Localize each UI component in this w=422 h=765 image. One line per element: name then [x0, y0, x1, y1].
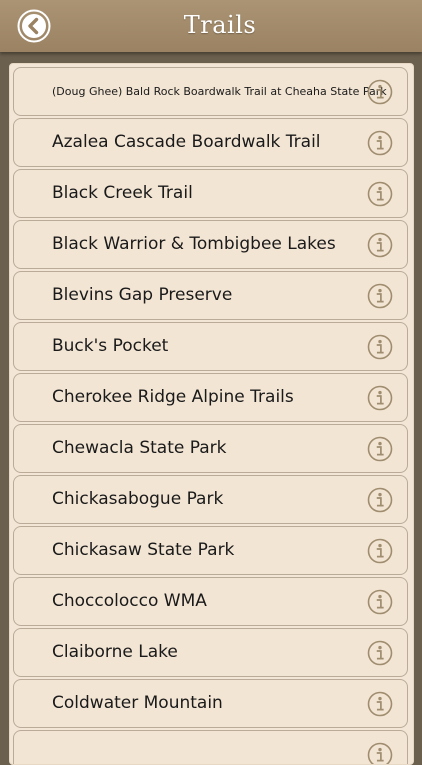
info-button[interactable] [367, 181, 393, 207]
info-icon [367, 742, 393, 765]
trail-row[interactable]: Choccolocco WMA [13, 577, 408, 626]
trail-row[interactable]: Claiborne Lake [13, 628, 408, 677]
trail-name-label [52, 731, 367, 765]
info-icon [367, 436, 393, 462]
info-button[interactable] [367, 130, 393, 156]
info-button[interactable] [367, 487, 393, 513]
info-button[interactable] [367, 742, 393, 765]
trail-row[interactable]: Coldwater Mountain [13, 679, 408, 728]
info-button[interactable] [367, 640, 393, 666]
info-icon [367, 589, 393, 615]
info-button[interactable] [367, 334, 393, 360]
trail-name-label: Azalea Cascade Boardwalk Trail [52, 119, 367, 166]
info-icon [367, 181, 393, 207]
trail-row[interactable]: Chickasabogue Park [13, 475, 408, 524]
trail-list: (Doug Ghee) Bald Rock Boardwalk Trail at… [13, 67, 408, 765]
trail-name-label: (Doug Ghee) Bald Rock Boardwalk Trail at… [52, 68, 367, 115]
info-button[interactable] [367, 436, 393, 462]
trail-row[interactable]: Buck's Pocket [13, 322, 408, 371]
trail-row[interactable]: Blevins Gap Preserve [13, 271, 408, 320]
trail-row[interactable]: Cherokee Ridge Alpine Trails [13, 373, 408, 422]
trail-list-panel[interactable]: (Doug Ghee) Bald Rock Boardwalk Trail at… [9, 63, 414, 765]
trail-name-label: Chickasabogue Park [52, 476, 367, 523]
trail-row[interactable] [13, 730, 408, 765]
info-button[interactable] [367, 538, 393, 564]
trail-name-label: Blevins Gap Preserve [52, 272, 367, 319]
back-button[interactable] [17, 9, 51, 43]
trail-name-label: Cherokee Ridge Alpine Trails [52, 374, 367, 421]
trail-name-label: Claiborne Lake [52, 629, 367, 676]
info-button[interactable] [367, 691, 393, 717]
info-icon [367, 130, 393, 156]
trail-row[interactable]: Azalea Cascade Boardwalk Trail [13, 118, 408, 167]
trail-name-label: Buck's Pocket [52, 323, 367, 370]
info-button[interactable] [367, 232, 393, 258]
info-icon [367, 487, 393, 513]
trail-name-label: Black Creek Trail [52, 170, 367, 217]
info-icon [367, 691, 393, 717]
trail-row[interactable]: Chickasaw State Park [13, 526, 408, 575]
info-button[interactable] [367, 79, 393, 105]
info-button[interactable] [367, 283, 393, 309]
back-arrow-circle-icon [17, 9, 51, 43]
info-button[interactable] [367, 385, 393, 411]
info-button[interactable] [367, 589, 393, 615]
trail-row[interactable]: (Doug Ghee) Bald Rock Boardwalk Trail at… [13, 67, 408, 116]
trail-name-label: Black Warrior & Tombigbee Lakes [52, 221, 367, 268]
trail-row[interactable]: Black Creek Trail [13, 169, 408, 218]
info-icon [367, 334, 393, 360]
trail-name-label: Choccolocco WMA [52, 578, 367, 625]
info-icon [367, 283, 393, 309]
trail-name-label: Coldwater Mountain [52, 680, 367, 727]
trail-row[interactable]: Chewacla State Park [13, 424, 408, 473]
trail-name-label: Chickasaw State Park [52, 527, 367, 574]
trail-row[interactable]: Black Warrior & Tombigbee Lakes [13, 220, 408, 269]
info-icon [367, 232, 393, 258]
info-icon [367, 385, 393, 411]
trail-name-label: Chewacla State Park [52, 425, 367, 472]
header-bar: Trails [0, 0, 422, 52]
info-icon [367, 79, 393, 105]
info-icon [367, 640, 393, 666]
info-icon [367, 538, 393, 564]
page-title: Trails [140, 11, 300, 39]
